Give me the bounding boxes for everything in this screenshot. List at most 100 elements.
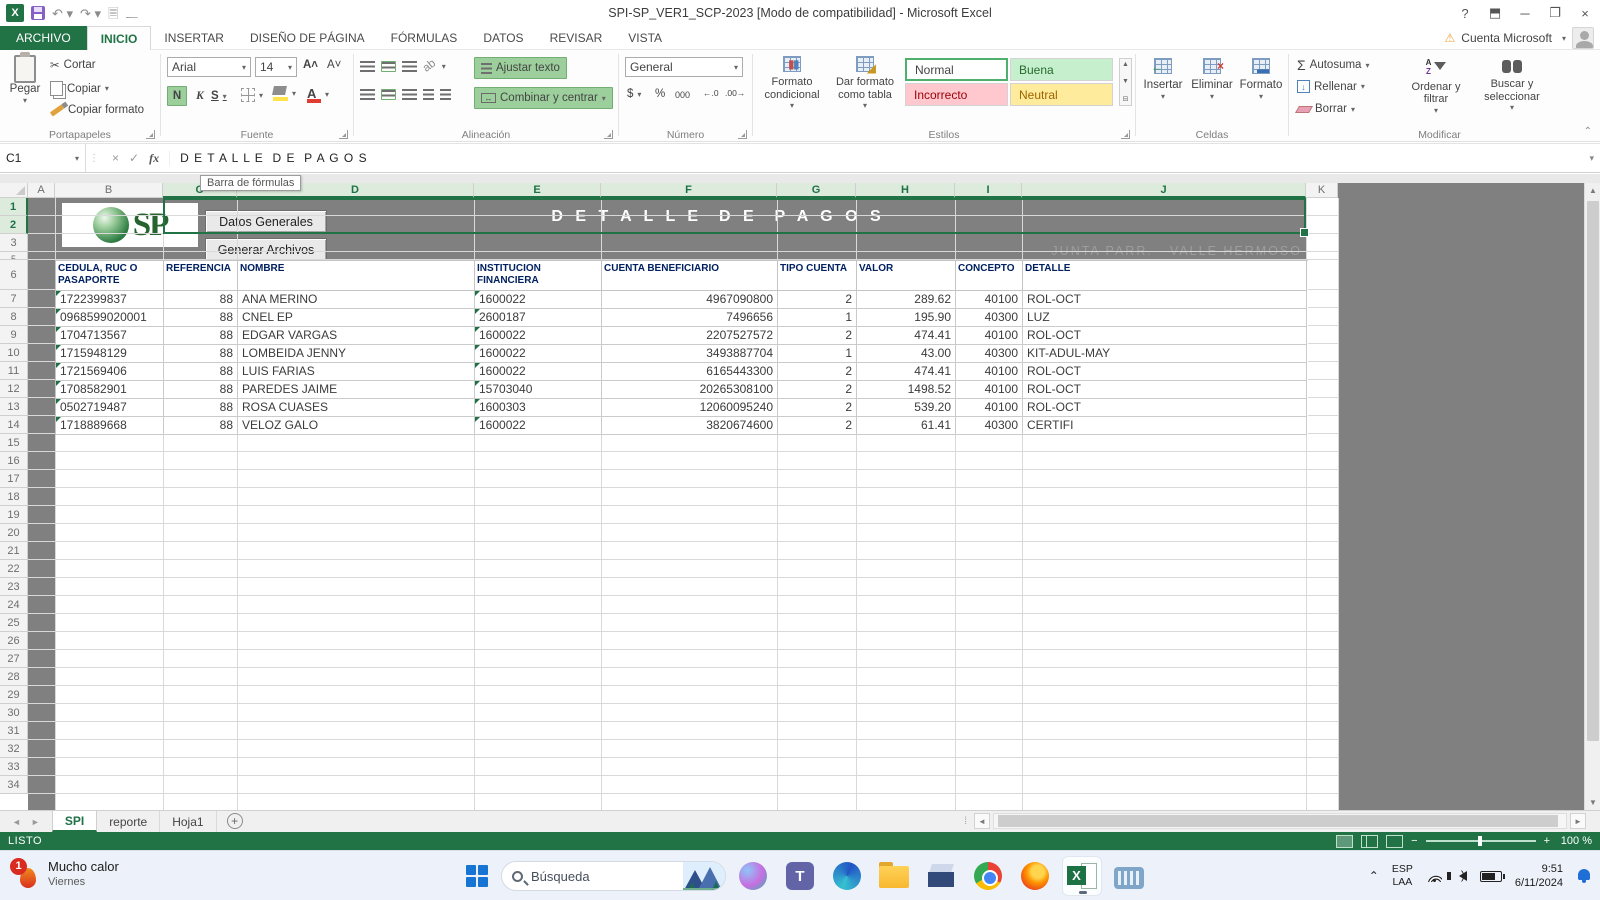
cell[interactable]: 2 [778,327,857,345]
sheet-tab-spi[interactable]: SPI [52,811,97,832]
insert-cells-button[interactable]: ← Insertar▾ [1140,58,1186,101]
cell[interactable]: 539.20 [857,399,956,417]
cell[interactable]: 4967090800 [602,291,778,309]
chrome-app[interactable] [968,856,1008,896]
table-header-2[interactable]: REFERENCIA [164,261,238,291]
format-as-table-button[interactable]: ◢ Dar formato como tabla▾ [829,56,901,110]
row-header-16[interactable]: 16 [0,452,28,470]
cell[interactable]: PAREDES JAIME [238,381,475,399]
clear-button[interactable]: Borrar▾ [1297,103,1355,115]
teams-app[interactable]: T [780,856,820,896]
table-header-6[interactable]: TIPO CUENTA [778,261,857,291]
cell[interactable]: LOMBEIDA JENNY [238,345,475,363]
cell[interactable]: 40100 [956,381,1023,399]
datos-generales-button[interactable]: Datos Generales [205,210,327,233]
cell[interactable]: 88 [164,309,238,327]
cell[interactable]: 0502719487 [56,399,164,417]
cell[interactable]: EDGAR VARGAS [238,327,475,345]
sort-filter-button[interactable]: AZ Ordenar y filtrar▾ [1405,54,1467,115]
align-middle-icon[interactable] [381,61,396,72]
scroll-up-icon[interactable]: ▲ [1585,183,1600,198]
increase-decimal-button[interactable]: ←.0 [703,88,719,98]
orientation-icon[interactable]: ab [421,57,438,74]
cell[interactable]: KIT-ADUL-MAY [1023,345,1307,363]
cell[interactable]: 40300 [956,417,1023,435]
taskbar-search[interactable]: Búsqueda [501,861,726,891]
page-layout-view-icon[interactable] [1361,835,1378,848]
cell[interactable]: 1 [778,345,857,363]
row-header-34[interactable]: 34 [0,776,28,794]
insert-function-icon[interactable]: fx [149,151,159,166]
underline-button[interactable]: S▾ [211,86,227,106]
cell[interactable]: 289.62 [857,291,956,309]
cell[interactable]: 7496656 [602,309,778,327]
cell[interactable]: 2 [778,399,857,417]
cell[interactable]: 1704713567 [56,327,164,345]
row-header-18[interactable]: 18 [0,488,28,506]
cell[interactable]: 1600022 [475,363,602,381]
row-header-6[interactable]: 6 [0,260,28,290]
ribbon-tab-diseño-de-página[interactable]: DISEÑO DE PÁGINA [237,26,378,50]
cell[interactable]: 474.41 [857,327,956,345]
search-highlight-image[interactable] [683,862,725,891]
table-header-8[interactable]: CONCEPTO [956,261,1023,291]
zoom-level[interactable]: 100 % [1558,835,1596,847]
row-header-15[interactable]: 15 [0,434,28,452]
print-preview-icon[interactable]: 🗏 [108,7,118,20]
styles-dialog-launcher[interactable] [1121,130,1130,139]
zoom-slider[interactable] [1426,840,1536,842]
cell-style-normal[interactable]: Normal [905,58,1008,81]
cell[interactable]: 1708582901 [56,381,164,399]
sheet-nav-right-icon[interactable]: ► [31,817,40,827]
worksheet-grid[interactable]: SP Datos Generales Generar Archivos D E … [0,183,1600,810]
row-header-29[interactable]: 29 [0,686,28,704]
row-header-13[interactable]: 13 [0,398,28,416]
row-header-8[interactable]: 8 [0,308,28,326]
redo-icon[interactable]: ↷ ▾ [80,7,101,20]
cell[interactable]: 61.41 [857,417,956,435]
table-header-1[interactable]: CEDULA, RUC O PASAPORTE [56,261,164,291]
row-header-31[interactable]: 31 [0,722,28,740]
sheet-nav-left-icon[interactable]: ◄ [12,817,21,827]
account-area[interactable]: ⚠ Cuenta Microsoft ▾ [1445,26,1594,50]
decrease-indent-icon[interactable] [423,89,434,100]
cell[interactable]: CNEL EP [238,309,475,327]
speaker-icon[interactable] [1459,871,1467,881]
table-header-3[interactable]: NOMBRE [238,261,475,291]
wifi-icon[interactable] [1426,870,1442,882]
cell[interactable]: 20265308100 [602,381,778,399]
vertical-scroll-thumb[interactable] [1587,201,1599,741]
align-top-icon[interactable] [360,61,375,72]
row-header-2[interactable]: 2 [0,216,28,234]
row-header-30[interactable]: 30 [0,704,28,722]
font-family-combo[interactable]: Arial▾ [167,57,251,77]
save-icon[interactable] [31,6,45,20]
paste-button[interactable]: Pegar▾ [4,55,46,105]
column-header-G[interactable]: G [777,183,856,198]
row-header-19[interactable]: 19 [0,506,28,524]
hscroll-left-icon[interactable]: ◄ [974,813,990,829]
row-header-26[interactable]: 26 [0,632,28,650]
close-button[interactable]: × [1570,0,1600,26]
cell[interactable]: 1718889668 [56,417,164,435]
cell[interactable]: 6165443300 [602,363,778,381]
cell[interactable]: 0968599020001 [56,309,164,327]
increase-indent-icon[interactable] [440,89,451,100]
cell[interactable]: 1600303 [475,399,602,417]
column-header-H[interactable]: H [856,183,955,198]
column-header-F[interactable]: F [601,183,777,198]
delete-cells-button[interactable]: × Eliminar▾ [1188,58,1236,101]
cell[interactable]: 1721569406 [56,363,164,381]
cell[interactable]: 40100 [956,399,1023,417]
find-select-button[interactable]: Buscar y seleccionar▾ [1473,54,1551,112]
copilot-app[interactable] [733,856,773,896]
cancel-icon[interactable]: × [112,151,119,165]
row-header-23[interactable]: 23 [0,578,28,596]
file-explorer-app[interactable] [874,856,914,896]
table-header-5[interactable]: CUENTA BENEFICIARIO [602,261,778,291]
formula-input[interactable]: D E T A L L E D E P A G O S [170,151,368,165]
ribbon-tab-vista[interactable]: VISTA [615,26,675,50]
table-header-7[interactable]: VALOR [857,261,956,291]
select-all-corner[interactable] [0,183,28,198]
cell[interactable]: 88 [164,417,238,435]
